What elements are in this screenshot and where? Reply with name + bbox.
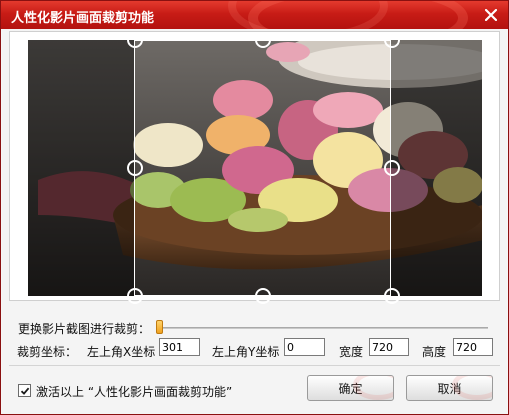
x-coord-field[interactable] xyxy=(159,338,200,356)
crop-handle-top-left[interactable] xyxy=(127,32,143,48)
dialog-body: 更换影片截图进行裁剪： 裁剪坐标： 左上角X坐标 左上角Y坐标 宽度 高度 激活… xyxy=(2,29,507,414)
window-title: 人性化影片画面裁剪功能 xyxy=(11,11,155,26)
frame-slider-track[interactable] xyxy=(158,327,488,329)
crop-handle-middle-left[interactable] xyxy=(127,160,143,176)
y-coord-field[interactable] xyxy=(284,338,325,356)
cancel-button[interactable]: 取消 xyxy=(406,375,493,401)
close-icon xyxy=(485,9,497,21)
crop-dialog: 人性化影片画面裁剪功能 更换影片截图进行裁剪： 裁剪坐标： 左上角X坐标 301… xyxy=(0,0,509,415)
crop-mask-right xyxy=(391,40,482,296)
y-coord-label: 左上角Y坐标 xyxy=(212,345,280,359)
titlebar-decoration xyxy=(228,1,388,29)
preview-image xyxy=(28,40,482,296)
crop-selection[interactable] xyxy=(134,40,391,296)
ok-button[interactable]: 确定 xyxy=(307,375,394,401)
crop-handle-bottom-middle[interactable] xyxy=(255,288,271,304)
crop-handle-top-middle[interactable] xyxy=(255,32,271,48)
crop-handle-middle-right[interactable] xyxy=(384,160,400,176)
height-label: 高度 xyxy=(422,345,447,359)
close-button[interactable] xyxy=(482,6,500,24)
checkmark-icon xyxy=(20,387,29,395)
preview-frame xyxy=(9,31,500,304)
frame-slider-label: 更换影片截图进行裁剪： xyxy=(18,322,151,336)
activate-label[interactable]: 激活以上 “人性化影片画面裁剪功能” xyxy=(36,383,232,400)
crop-handle-bottom-left[interactable] xyxy=(127,288,143,304)
x-coord-label: 左上角X坐标 xyxy=(87,345,156,359)
width-label: 宽度 xyxy=(339,345,364,359)
height-field[interactable] xyxy=(453,338,493,356)
width-field[interactable] xyxy=(369,338,409,356)
divider xyxy=(9,365,500,366)
crop-handle-bottom-right[interactable] xyxy=(384,288,400,304)
crop-mask-left xyxy=(28,40,134,296)
crop-handle-top-right[interactable] xyxy=(384,32,400,48)
activate-checkbox[interactable] xyxy=(18,384,31,397)
crop-coords-label: 裁剪坐标： xyxy=(17,345,78,359)
frame-slider-thumb[interactable] xyxy=(156,320,163,334)
frame-slider-row: 更换影片截图进行裁剪： xyxy=(16,320,496,336)
title-bar[interactable]: 人性化影片画面裁剪功能 xyxy=(1,1,508,29)
